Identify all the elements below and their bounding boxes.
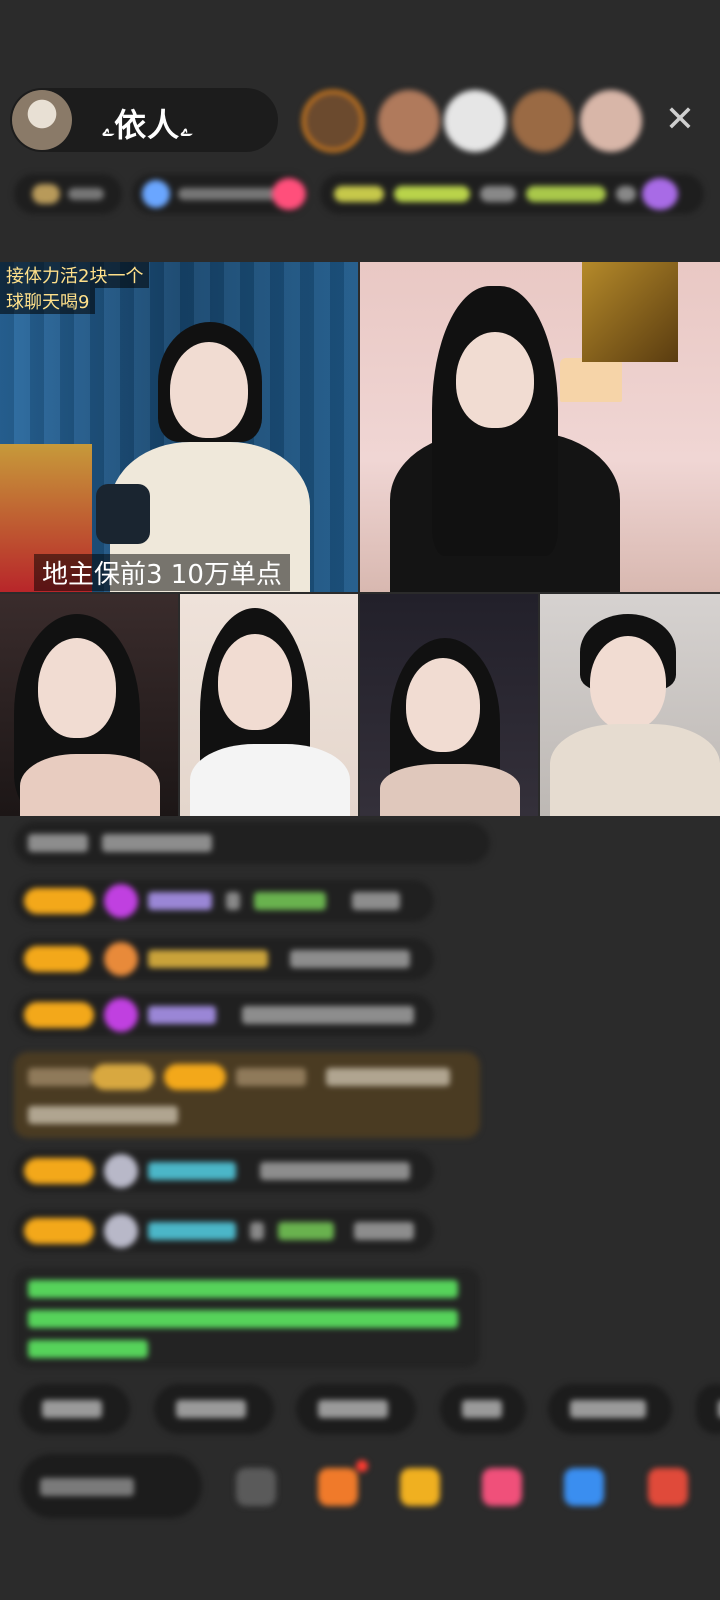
video-tile-guest-4[interactable]	[360, 594, 538, 816]
headset-device	[96, 484, 150, 544]
more-icon[interactable]	[648, 1468, 688, 1506]
video-tile-guest-1[interactable]	[360, 262, 720, 592]
host-name: ۦ依人ۦ	[102, 106, 193, 144]
multi-guest-video-grid: 接体力活2块一个 球聊天喝9 地主保前3 10万单点	[0, 262, 720, 816]
video-tile-host[interactable]: 接体力活2块一个 球聊天喝9 地主保前3 10万单点	[0, 262, 358, 592]
overlay-line-2: 球聊天喝9	[0, 288, 96, 314]
chat-system-notice	[14, 1052, 480, 1138]
viewer-avatar-5[interactable]	[580, 90, 642, 152]
viewer-avatar-3[interactable]	[444, 90, 506, 152]
overlay-line-1: 接体力活2块一个	[0, 262, 150, 288]
share-icon[interactable]	[564, 1468, 604, 1506]
badge-row	[14, 170, 704, 218]
quick-reply-4[interactable]	[440, 1384, 526, 1434]
chat-input[interactable]	[20, 1454, 202, 1518]
hot-rank-badge[interactable]	[132, 174, 308, 214]
chat-message-4	[14, 994, 434, 1036]
bottom-bar	[20, 1454, 720, 1524]
video-tile-guest-2[interactable]	[0, 594, 178, 816]
emoji-icon[interactable]	[236, 1468, 276, 1506]
chat-message-3	[14, 938, 434, 980]
quick-reply-5[interactable]	[548, 1384, 672, 1434]
cat-ear-headband	[432, 278, 558, 308]
quick-reply-row	[20, 1384, 720, 1436]
room-announcement	[14, 1268, 480, 1368]
viewer-avatar-4[interactable]	[512, 90, 574, 152]
host-avatar[interactable]	[12, 90, 72, 150]
viewer-avatar-2[interactable]	[378, 90, 440, 152]
quick-reply-2[interactable]	[154, 1384, 274, 1434]
chat-message-5	[14, 1150, 434, 1192]
quick-reply-3[interactable]	[296, 1384, 416, 1434]
host-info-pill[interactable]: ۦ依人ۦ	[10, 88, 278, 152]
notification-dot	[356, 1460, 368, 1472]
chat-message-1	[14, 822, 490, 864]
gift-icon[interactable]	[400, 1468, 440, 1506]
overlay-banner: 地主保前3 10万单点	[34, 554, 290, 591]
activity-ticker[interactable]	[320, 174, 704, 214]
quick-reply-1[interactable]	[20, 1384, 130, 1434]
gift-box-icon[interactable]	[318, 1468, 358, 1506]
level-badge[interactable]	[14, 174, 122, 214]
video-tile-guest-3[interactable]	[180, 594, 358, 816]
quick-reply-6[interactable]	[696, 1384, 720, 1434]
portrait-frame	[582, 262, 678, 362]
close-icon[interactable]: ✕	[658, 98, 702, 142]
lamp	[560, 358, 622, 402]
top-bar: ۦ依人ۦ ✕	[10, 86, 710, 156]
video-tile-guest-5[interactable]	[540, 594, 720, 816]
viewer-avatar-1[interactable]	[302, 90, 364, 152]
chat-message-2	[14, 880, 434, 922]
chat-message-6	[14, 1210, 434, 1252]
fan-club-icon[interactable]	[482, 1468, 522, 1506]
